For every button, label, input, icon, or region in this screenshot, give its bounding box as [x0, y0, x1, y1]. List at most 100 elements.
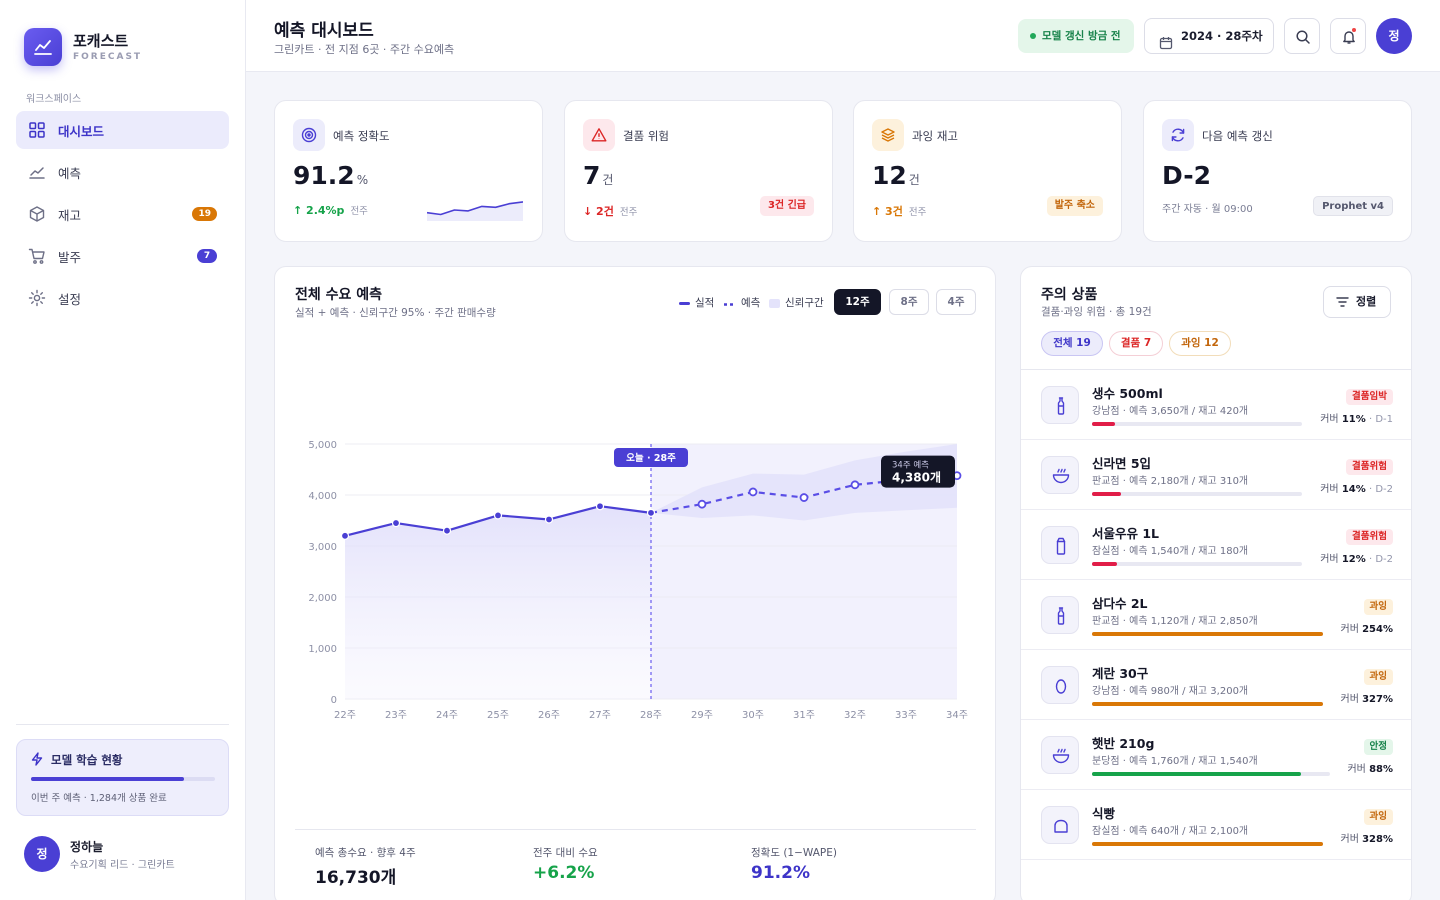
x-tick-label: 27주	[589, 710, 611, 721]
cover-bar-fill	[1092, 422, 1116, 426]
bottle-icon	[1041, 596, 1079, 634]
refresh-icon	[1162, 119, 1194, 151]
cover-bar	[1092, 492, 1302, 496]
kpi-card-accuracy[interactable]: 예측 정확도 91.2% ↑ 2.4%p 전주	[274, 100, 543, 242]
y-tick-label: 4,000	[308, 491, 337, 502]
notifications-button[interactable]	[1330, 18, 1366, 54]
item-name: 서울우유 1L	[1092, 526, 1160, 541]
model-training-card[interactable]: 모델 학습 현황 이번 주 예측 · 1,284개 상품 완료	[16, 739, 229, 816]
bowl-icon	[1041, 456, 1079, 494]
urgent-tag[interactable]: 3건 긴급	[759, 196, 814, 216]
range-12-weeks-button[interactable]: 12주	[834, 289, 881, 315]
sidebar-item-settings[interactable]: 설정	[16, 279, 229, 317]
sidebar-item-label: 예측	[58, 165, 82, 181]
data-point-actual	[595, 502, 605, 511]
kpi-label: 다음 예측 갱신	[1202, 129, 1273, 143]
carton-icon	[1041, 526, 1079, 564]
cover-bar	[1092, 632, 1323, 636]
data-point-forecast	[697, 499, 707, 509]
item-name: 계란 30구	[1092, 666, 1149, 681]
avatar[interactable]: 정	[1376, 18, 1412, 54]
item-name: 식빵	[1092, 806, 1116, 821]
cover-bar-fill	[1092, 632, 1323, 636]
brand-name: 포캐스트	[73, 32, 129, 50]
list-item[interactable]: 삼다수 2L 판교점 · 예측 1,120개 / 재고 2,850개 과잉 커버 25…	[1021, 580, 1411, 650]
actual-area	[345, 506, 651, 699]
x-tick-label: 30주	[742, 710, 764, 721]
logo-icon[interactable]	[24, 28, 62, 66]
search-button[interactable]	[1284, 18, 1320, 54]
kpi-label: 과잉 재고	[912, 129, 958, 143]
reduce-order-tag[interactable]: 발주 축소	[1046, 196, 1103, 216]
workspace-label: 워크스페이스	[26, 94, 82, 105]
page-subtitle: 그린카트 · 전 지점 6곳 · 주간 수요예측	[274, 43, 455, 56]
kpi-card-next-refresh[interactable]: 다음 예측 갱신 D-2 주간 자동 · 월 09:00 Prophet v4	[1143, 100, 1412, 242]
list-item[interactable]: 식빵 잠실점 · 예측 640개 / 재고 2,100개 과잉 커버 328%	[1021, 790, 1411, 860]
summary-value: 16,730개	[315, 868, 397, 888]
days-left: D-1	[1375, 414, 1393, 425]
cover-ratio: 커버 254%	[1340, 624, 1394, 635]
sort-button[interactable]: 정렬	[1323, 286, 1391, 318]
gear-icon	[28, 289, 46, 307]
sidebar-nav: 대시보드 예측 재고 19 발주 7 설정	[16, 111, 229, 321]
list-item[interactable]: 생수 500ml 강남점 · 예측 3,650개 / 재고 420개 결품임박 커버 …	[1021, 370, 1411, 440]
legend-actual: 실적	[679, 295, 714, 310]
kpi-value: 7건	[583, 161, 614, 190]
legend-ci: 신뢰구간	[769, 295, 824, 310]
x-tick-label: 29주	[691, 710, 713, 721]
sidebar-item-inventory[interactable]: 재고 19	[16, 195, 229, 233]
cover-bar-fill	[1092, 492, 1122, 496]
kpi-card-overstock[interactable]: 과잉 재고 12 건 ↑ 3건 전주 발주 축소	[853, 100, 1122, 242]
trend-icon	[28, 163, 46, 181]
list-item[interactable]: 햇반 210g 분당점 · 예측 1,760개 / 재고 1,540개 안정 커버 8…	[1021, 720, 1411, 790]
item-meta: 잠실점 · 예측 640개 / 재고 2,100개	[1092, 826, 1249, 837]
data-point-actual	[493, 511, 503, 520]
kpi-delta: ↑ 2.4%p 전주	[293, 204, 368, 217]
x-tick-label: 24주	[436, 710, 458, 721]
calendar-icon	[1159, 29, 1173, 63]
sidebar-item-label: 대시보드	[58, 123, 105, 139]
y-tick-label: 3,000	[308, 542, 337, 553]
forecast-chart[interactable]: 0 1,000 2,000 3,000 4,000 5,000 22주 23주 24주 25주 26…	[275, 267, 997, 827]
x-tick-label: 22주	[334, 710, 356, 721]
days-left: D-2	[1375, 554, 1393, 565]
filter-chip-stockout[interactable]: 결품 7	[1109, 331, 1163, 356]
y-tick-label: 1,000	[308, 644, 337, 655]
filter-chip-overstock[interactable]: 과잉 12	[1169, 331, 1231, 356]
card-title: 전체 수요 예측	[295, 287, 383, 303]
legend-actual-swatch	[679, 301, 690, 305]
list-item[interactable]: 계란 30구 강남점 · 예측 980개 / 재고 3,200개 과잉 커버 327%	[1021, 650, 1411, 720]
list-item[interactable]: 신라면 5입 판교점 · 예측 2,180개 / 재고 310개 결품위험 커버 14…	[1021, 440, 1411, 510]
model-status-badge: 모델 갱신 방금 전	[1018, 19, 1134, 53]
days-left: D-2	[1375, 484, 1393, 495]
today-label: 오늘 · 28주	[626, 453, 676, 464]
sidebar-item-dashboard[interactable]: 대시보드	[16, 111, 229, 149]
target-icon	[293, 119, 325, 151]
kpi-value: 91.2%	[293, 161, 369, 190]
status-badge: 과잉	[1363, 669, 1393, 685]
sidebar-item-orders[interactable]: 발주 7	[16, 237, 229, 275]
training-progress-fill	[31, 777, 184, 781]
range-8-weeks-button[interactable]: 8주	[889, 289, 929, 315]
model-version-tag: Prophet v4	[1313, 196, 1393, 216]
x-tick-label: 23주	[385, 710, 407, 721]
status-badge: 과잉	[1363, 599, 1393, 615]
sidebar-item-label: 재고	[58, 207, 82, 223]
kpi-value: 12 건	[872, 161, 920, 190]
kpi-card-stockout[interactable]: 결품 위험 7건 ↓ 2건 전주 3건 긴급	[564, 100, 833, 242]
cover-bar-fill	[1092, 772, 1302, 776]
range-4-weeks-button[interactable]: 4주	[936, 289, 976, 315]
cover-bar-fill	[1092, 562, 1118, 566]
card-title: 주의 상품	[1041, 287, 1098, 303]
filter-chip-all[interactable]: 전체 19	[1041, 331, 1103, 356]
cover-bar	[1092, 772, 1330, 776]
sidebar-item-label: 발주	[58, 249, 82, 265]
legend-ci-swatch	[769, 298, 780, 308]
brand-tagline: FORECAST	[73, 52, 143, 62]
avatar[interactable]: 정	[24, 836, 60, 872]
kpi-label: 결품 위험	[623, 129, 669, 143]
sidebar-item-forecast[interactable]: 예측	[16, 153, 229, 191]
list-item[interactable]: 서울우유 1L 잠실점 · 예측 1,540개 / 재고 180개 결품위험 커버 1…	[1021, 510, 1411, 580]
week-picker-button[interactable]: 2024 · 28주차	[1144, 18, 1274, 54]
top-header: 예측 대시보드 그린카트 · 전 지점 6곳 · 주간 수요예측 모델 갱신 방…	[246, 0, 1440, 72]
